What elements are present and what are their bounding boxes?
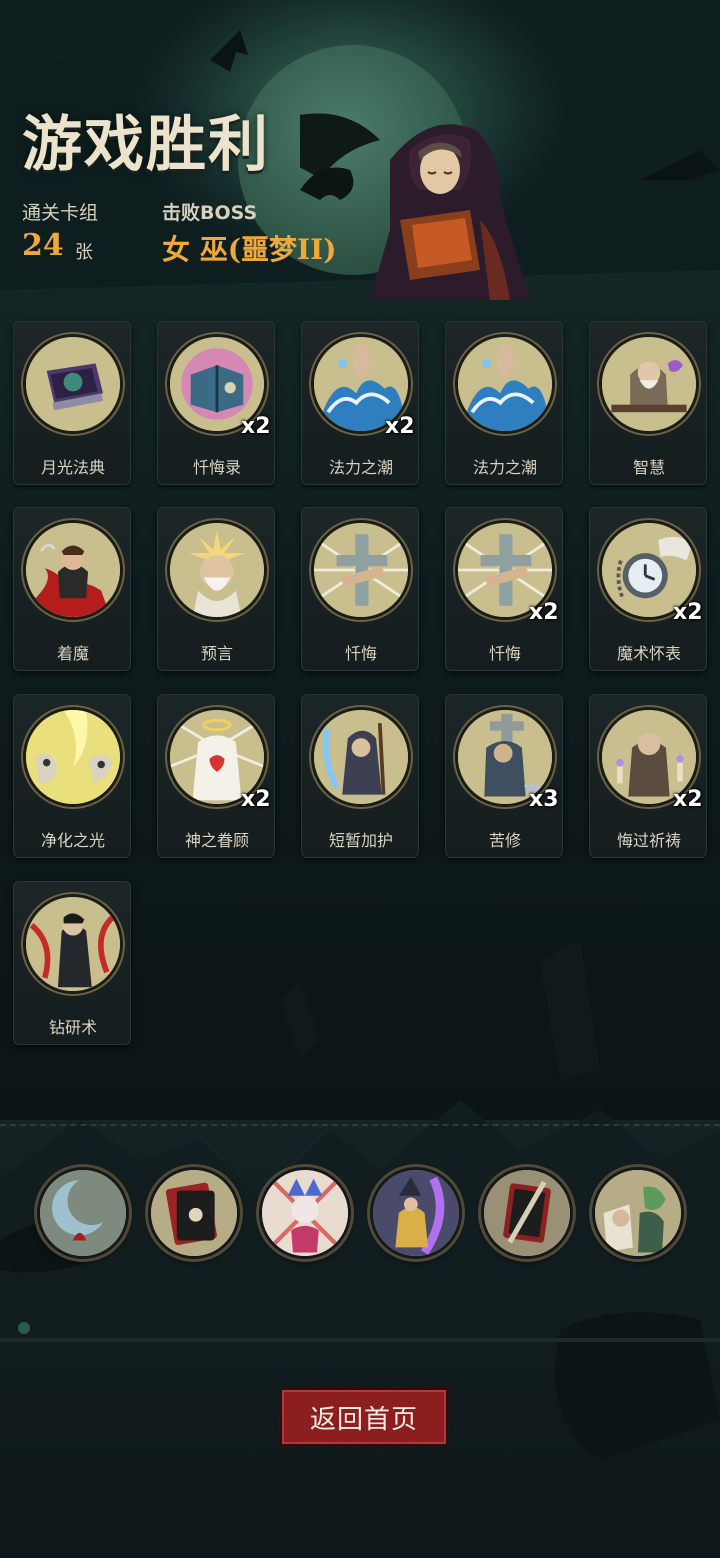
card-name: 净化之光 [40, 831, 105, 850]
card-quantity-badge: x2 [673, 600, 703, 625]
deck-card[interactable]: x2 神之眷顾 [157, 694, 275, 858]
prophecy-icon [167, 520, 267, 620]
jester-relic-icon[interactable] [259, 1167, 351, 1259]
page-title: 游戏胜利 [22, 110, 270, 180]
section-divider [0, 1124, 720, 1126]
card-name: 月光法典 [40, 458, 105, 477]
cursed-card-relic-icon[interactable] [148, 1167, 240, 1259]
deck-count: 24 [22, 228, 64, 263]
deck-card[interactable]: 钻研术 [13, 881, 131, 1045]
deck-card[interactable]: 忏悔 [301, 507, 419, 671]
deck-card[interactable]: x2 忏悔录 [157, 321, 275, 485]
brief-protection-icon [311, 707, 411, 807]
moonlight-tome-icon [23, 334, 123, 434]
card-quantity-badge: x2 [385, 414, 415, 439]
deck-card[interactable]: 短暂加护 [301, 694, 419, 858]
card-name: 悔过祈祷 [616, 831, 681, 850]
floor-divider [0, 1338, 720, 1342]
card-quantity-badge: x2 [673, 787, 703, 812]
deck-card[interactable]: x2 魔术怀表 [589, 507, 707, 671]
study-art-icon [23, 894, 123, 994]
card-name: 忏悔 [344, 644, 377, 663]
card-name: 神之眷顾 [184, 831, 249, 850]
card-quantity-badge: x3 [529, 787, 559, 812]
deck-label: 通关卡组 [22, 202, 99, 224]
card-name: 忏悔录 [192, 458, 241, 477]
possessed-icon [23, 520, 123, 620]
deck-card[interactable]: x3 苦修 [445, 694, 563, 858]
mana-tide-icon [455, 334, 555, 434]
card-name: 着魔 [56, 644, 89, 663]
deck-card[interactable]: 净化之光 [13, 694, 131, 858]
card-name: 法力之潮 [472, 458, 537, 477]
card-name: 苦修 [488, 831, 521, 850]
mage-relic-icon[interactable] [370, 1167, 462, 1259]
card-name: 智慧 [632, 458, 665, 477]
deck-card[interactable]: x2 法力之潮 [301, 321, 419, 485]
deck-card[interactable]: 法力之潮 [445, 321, 563, 485]
deck-card[interactable]: x2 悔过祈祷 [589, 694, 707, 858]
crescent-moon-relic-icon[interactable] [37, 1167, 129, 1259]
penitence-cross-icon [311, 520, 411, 620]
torn-card-relic-icon[interactable] [481, 1167, 573, 1259]
card-quantity-badge: x2 [241, 787, 271, 812]
return-home-button[interactable]: 返回首页 [278, 1386, 450, 1448]
deck-card[interactable]: 着魔 [13, 507, 131, 671]
hooded-hero-icon [300, 113, 530, 300]
deck-card[interactable]: 月光法典 [13, 321, 131, 485]
card-name: 短暂加护 [328, 831, 393, 850]
card-name: 钻研术 [48, 1018, 97, 1037]
card-name: 忏悔 [488, 644, 521, 663]
deck-card[interactable]: 预言 [157, 507, 275, 671]
deck-card[interactable]: x2 忏悔 [445, 507, 563, 671]
card-quantity-badge: x2 [241, 414, 271, 439]
boss-label: 击败BOSS [162, 202, 258, 224]
card-name: 预言 [200, 644, 233, 663]
zombie-scholar-relic-icon[interactable] [592, 1167, 684, 1259]
wisdom-sage-icon [599, 334, 699, 434]
deck-card[interactable]: 智慧 [589, 321, 707, 485]
card-name: 法力之潮 [328, 458, 393, 477]
purifying-light-icon [23, 707, 123, 807]
deck-unit: 张 [75, 242, 93, 263]
card-quantity-badge: x2 [529, 600, 559, 625]
card-name: 魔术怀表 [616, 644, 681, 663]
